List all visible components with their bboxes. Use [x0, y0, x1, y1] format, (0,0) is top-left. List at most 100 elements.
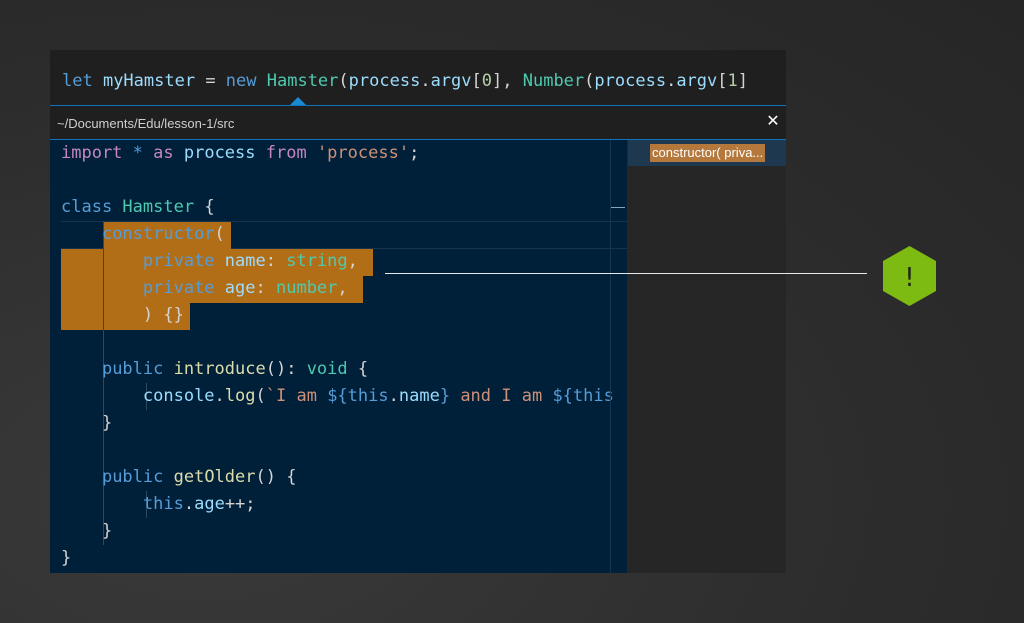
- code-token: ${: [552, 386, 573, 406]
- code-token: console: [142, 386, 215, 406]
- code-token: .: [214, 386, 225, 406]
- code-line[interactable]: }: [61, 545, 71, 572]
- code-token: ,: [347, 251, 358, 271]
- reference-item[interactable]: constructor( priva...: [628, 140, 786, 166]
- code-token: import: [61, 143, 133, 163]
- code-token: log: [224, 386, 256, 406]
- editor-panel: let myHamster = new Hamster(process.argv…: [50, 50, 786, 573]
- code-line[interactable]: }: [61, 410, 112, 437]
- code-token: }: [101, 413, 113, 433]
- callout-line: [385, 273, 867, 274]
- code-token: name: [398, 386, 440, 406]
- code-token: }: [101, 521, 113, 541]
- code-token: .: [183, 494, 195, 514]
- code-line[interactable]: constructor(: [61, 221, 225, 248]
- code-token: .: [666, 71, 677, 91]
- code-token: {: [204, 197, 215, 217]
- code-line[interactable]: public introduce(): void {: [61, 356, 368, 383]
- editor-divider: [610, 140, 611, 573]
- warning-hexagon-icon: !: [883, 246, 936, 306]
- code-token: age: [224, 278, 256, 298]
- code-token: argv: [676, 71, 718, 91]
- code-line[interactable]: import * as process from 'process';: [61, 140, 419, 167]
- code-token: let: [62, 71, 103, 91]
- code-token: =: [195, 71, 226, 91]
- code-token: name: [224, 251, 266, 271]
- peek-caret-icon: [290, 97, 306, 105]
- code-token: `I am: [265, 386, 328, 406]
- code-line[interactable]: }: [61, 518, 112, 545]
- code-line[interactable]: this.age++;: [61, 491, 256, 518]
- warning-symbol: !: [904, 263, 914, 293]
- code-line[interactable]: console.log(`I am ${this.name} and I am …: [61, 383, 614, 410]
- code-token: private: [142, 251, 225, 271]
- code-token: (: [255, 386, 266, 406]
- file-path-bar: ~/Documents/Edu/lesson-1/src ✕: [50, 106, 786, 140]
- code-token: (: [338, 71, 349, 91]
- code-token: ,: [337, 278, 348, 298]
- peek-references-panel: constructor( priva...: [627, 140, 786, 573]
- code-token: myHamster: [102, 71, 196, 91]
- code-token: argv: [430, 71, 472, 91]
- peek-code-line[interactable]: let myHamster = new Hamster(process.argv…: [62, 71, 748, 91]
- close-icon[interactable]: ✕: [764, 111, 782, 131]
- code-token: ]: [737, 71, 749, 91]
- code-token: ],: [492, 71, 523, 91]
- code-token: class: [61, 197, 123, 217]
- code-token: Hamster: [122, 197, 205, 217]
- code-token: this: [142, 494, 184, 514]
- code-token: :: [255, 278, 276, 298]
- peek-header: let myHamster = new Hamster(process.argv…: [50, 50, 786, 106]
- code-token: string: [286, 251, 348, 271]
- code-token: () {: [255, 467, 297, 487]
- code-token: age: [194, 494, 225, 514]
- code-token: private: [142, 278, 225, 298]
- file-path: ~/Documents/Edu/lesson-1/src: [57, 116, 235, 131]
- code-token: ${: [327, 386, 348, 406]
- code-token: :: [265, 251, 287, 271]
- code-line[interactable]: private name: string,: [61, 248, 358, 275]
- code-token: public: [101, 467, 174, 487]
- code-line[interactable]: ) {}: [61, 302, 184, 329]
- code-token: introduce: [173, 359, 266, 379]
- code-token: getOlder: [173, 467, 256, 487]
- code-token: from: [265, 143, 317, 163]
- code-token: ;: [409, 143, 420, 163]
- code-token: this: [347, 386, 389, 406]
- reference-item-label: constructor( priva...: [650, 144, 766, 162]
- code-token: Number: [522, 71, 585, 91]
- code-token: ++;: [224, 494, 256, 514]
- code-token: {: [357, 359, 369, 379]
- code-token: 'process': [316, 143, 410, 163]
- code-token: (: [584, 71, 595, 91]
- code-token: }: [61, 548, 72, 568]
- code-line[interactable]: private age: number,: [61, 275, 348, 302]
- code-token: 0: [481, 71, 493, 91]
- code-editor[interactable]: import * as process from 'process'; class…: [50, 140, 627, 573]
- code-token: .: [388, 386, 399, 406]
- code-line[interactable]: class Hamster {: [61, 194, 215, 221]
- code-token: }: [439, 386, 451, 406]
- code-token: [: [717, 71, 728, 91]
- code-token: ():: [265, 359, 307, 379]
- code-token: as: [153, 143, 184, 163]
- code-token: constructor: [101, 224, 215, 244]
- code-token: *: [132, 143, 154, 163]
- code-token: process: [348, 71, 421, 91]
- code-token: new: [225, 71, 267, 91]
- code-line[interactable]: public getOlder() {: [61, 464, 297, 491]
- code-token: .: [420, 71, 431, 91]
- fold-marker-icon: [611, 207, 625, 208]
- code-token: [: [471, 71, 482, 91]
- code-token: number: [275, 278, 338, 298]
